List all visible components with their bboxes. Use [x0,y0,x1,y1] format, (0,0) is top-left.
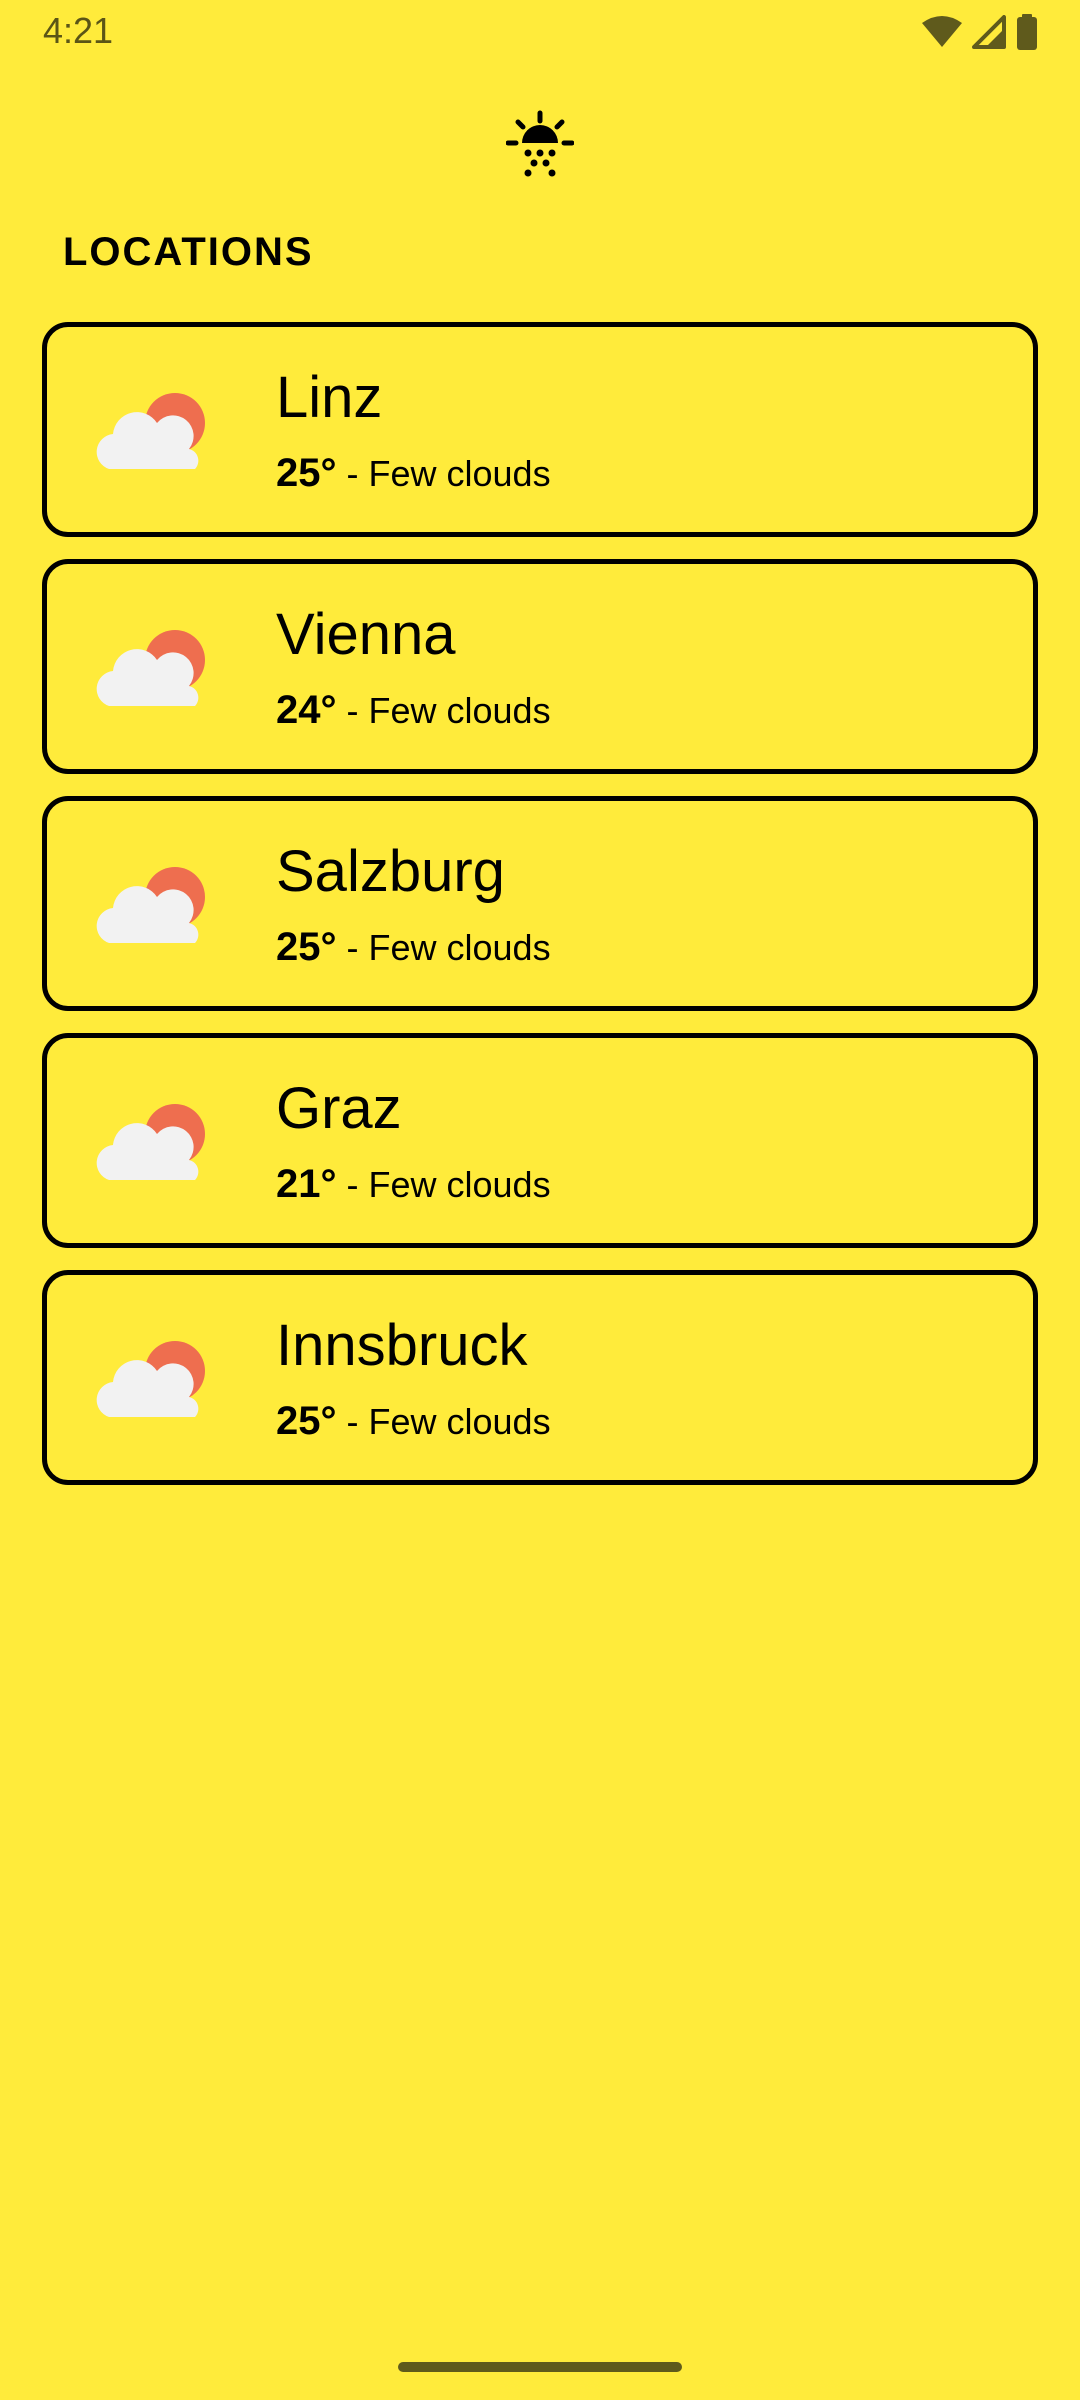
city-name: Graz [276,1076,402,1141]
location-card-salzburg[interactable]: Salzburg 25° - Few clouds [42,796,1038,1011]
weather-summary: 25° - Few clouds [276,921,551,973]
few-clouds-icon [96,393,205,469]
section-title: LOCATIONS [63,230,314,274]
temperature: 25° [276,925,337,969]
separator: - [336,690,369,731]
temperature: 21° [276,1162,337,1206]
location-card-linz[interactable]: Linz 25° - Few clouds [42,322,1038,537]
separator: - [336,927,369,968]
city-name: Vienna [276,602,456,667]
weather-summary: 24° - Few clouds [276,684,551,736]
condition: Few clouds [368,1401,551,1442]
location-card-innsbruck[interactable]: Innsbruck 25° - Few clouds [42,1270,1038,1485]
location-card-vienna[interactable]: Vienna 24° - Few clouds [42,559,1038,774]
location-card-graz[interactable]: Graz 21° - Few clouds [42,1033,1038,1248]
few-clouds-icon [96,630,205,706]
weather-summary: 21° - Few clouds [276,1158,551,1210]
condition: Few clouds [368,1164,551,1205]
condition: Few clouds [368,927,551,968]
city-name: Salzburg [276,839,505,904]
city-name: Innsbruck [276,1313,528,1378]
separator: - [336,453,369,494]
weather-summary: 25° - Few clouds [276,1395,551,1447]
separator: - [336,1401,369,1442]
temperature: 24° [276,688,337,732]
weather-summary: 25° - Few clouds [276,447,551,499]
few-clouds-icon [96,867,205,943]
condition: Few clouds [368,690,551,731]
temperature: 25° [276,1399,337,1443]
temperature: 25° [276,451,337,495]
locations-list: Linz 25° - Few clouds Vienna 24° - Few c… [42,322,1038,1507]
sunset-icon [506,110,574,177]
battery-icon [1017,14,1037,50]
few-clouds-icon [96,1104,205,1180]
home-indicator[interactable] [398,2362,682,2372]
status-time: 4:21 [43,10,114,51]
cellular-signal-icon [972,15,1006,49]
status-icons [922,12,1038,52]
separator: - [336,1164,369,1205]
wifi-icon [922,16,962,47]
city-name: Linz [276,365,383,430]
condition: Few clouds [368,453,551,494]
status-bar: 4:21 [0,0,1080,64]
few-clouds-icon [96,1341,205,1417]
